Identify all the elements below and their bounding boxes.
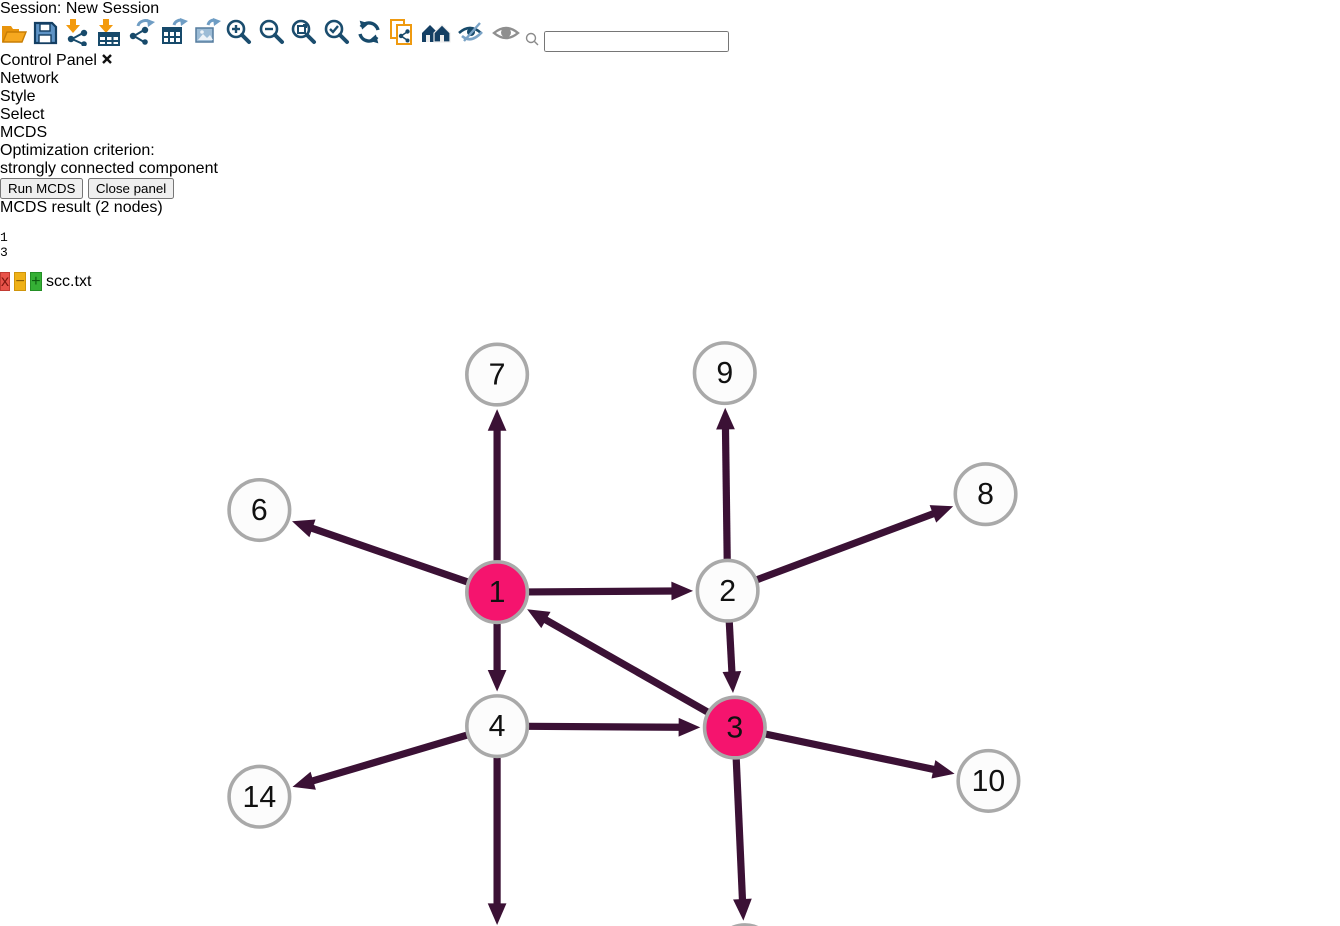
network-close-icon[interactable]: x	[0, 272, 10, 291]
arrowhead-icon	[671, 582, 693, 601]
hide-selected-icon[interactable]	[456, 33, 490, 50]
zoom-fit-icon[interactable]	[290, 33, 322, 50]
first-neighbors-icon[interactable]	[420, 33, 456, 50]
workspace: x − + scc.txt 7968124314101511 Table Pan…	[0, 273, 1340, 926]
control-panel-title: Control Panel	[0, 52, 97, 69]
arrowhead-icon	[733, 899, 752, 921]
zoom-selected-icon[interactable]	[323, 33, 355, 50]
import-table-icon[interactable]	[95, 33, 127, 50]
arrowhead-icon	[293, 772, 316, 790]
search-input[interactable]	[544, 31, 729, 52]
node-label-7: 7	[489, 359, 506, 392]
main-toolbar	[0, 18, 1340, 52]
mcds-result-title: MCDS result (2 nodes)	[0, 199, 163, 216]
criterion-select[interactable]: strongly connected component	[0, 160, 1340, 178]
search-box	[525, 33, 728, 50]
mcds-result-values: 1 3	[0, 230, 1340, 260]
mcds-result-box: MCDS result (2 nodes) 1 3	[0, 199, 1340, 260]
mcds-panel: Optimization criterion: strongly connect…	[0, 142, 1340, 260]
arrowhead-icon	[931, 760, 954, 778]
criterion-select-value: strongly connected component	[0, 160, 218, 177]
node-label-3: 3	[726, 712, 743, 745]
arrowhead-icon	[488, 670, 507, 692]
node-label-10: 10	[972, 765, 1006, 798]
clone-network-icon[interactable]	[387, 33, 419, 50]
network-view-window: x − + scc.txt 7968124314101511	[0, 273, 1340, 926]
open-session-icon[interactable]	[0, 33, 32, 50]
node-label-9: 9	[716, 357, 733, 390]
edge-2-9[interactable]	[725, 426, 727, 559]
zoom-in-icon[interactable]	[225, 33, 257, 50]
show-all-icon[interactable]	[491, 33, 525, 50]
import-network-icon[interactable]	[63, 33, 95, 50]
arrowhead-icon	[679, 718, 701, 737]
edge-4-14[interactable]	[310, 735, 466, 781]
run-mcds-button[interactable]: Run MCDS	[0, 178, 83, 199]
edge-3-11[interactable]	[736, 759, 742, 902]
network-maximize-icon[interactable]: +	[30, 272, 41, 291]
node-label-4: 4	[489, 710, 506, 743]
node-label-6: 6	[251, 494, 268, 527]
edge-2-3[interactable]	[729, 622, 732, 674]
save-session-icon[interactable]	[32, 33, 62, 50]
mcds-result-list[interactable]: 1 3	[0, 230, 1340, 260]
network-view-titlebar[interactable]: x − + scc.txt	[0, 273, 1340, 291]
control-panel: Control Panel NetworkStyleSelectMCDS Opt…	[0, 52, 1340, 260]
node-label-2: 2	[719, 575, 736, 608]
arrowhead-icon	[292, 520, 315, 538]
tab-style[interactable]: Style	[0, 88, 1340, 106]
zoom-out-icon[interactable]	[258, 33, 290, 50]
close-panel-button[interactable]: Close panel	[88, 178, 174, 199]
edge-2-8[interactable]	[757, 513, 935, 580]
arrowhead-icon	[488, 903, 507, 925]
application-window: Session: New Session	[0, 0, 1340, 926]
edge-3-10[interactable]	[766, 734, 936, 770]
tab-mcds[interactable]: MCDS	[0, 124, 1340, 142]
close-panel-icon[interactable]	[101, 52, 113, 69]
edge-1-2[interactable]	[529, 591, 675, 592]
network-graph[interactable]: 7968124314101511	[0, 291, 1340, 926]
network-view-title: scc.txt	[46, 273, 91, 290]
arrowhead-icon	[488, 409, 507, 431]
edge-1-6[interactable]	[310, 527, 467, 581]
network-minimize-icon[interactable]: −	[14, 272, 25, 291]
tab-network[interactable]: Network	[0, 70, 1340, 88]
window-titlebar: Session: New Session	[0, 0, 1340, 18]
export-table-icon[interactable]	[160, 33, 192, 50]
search-icon	[525, 33, 543, 50]
node-label-14: 14	[243, 781, 277, 814]
control-tabs: NetworkStyleSelectMCDS	[0, 70, 1340, 142]
export-network-icon[interactable]	[128, 33, 160, 50]
arrowhead-icon	[930, 505, 954, 523]
apply-layout-icon[interactable]	[355, 33, 387, 50]
optimization-criterion-label: Optimization criterion:	[0, 142, 1340, 160]
arrowhead-icon	[723, 671, 742, 693]
edge-4-3[interactable]	[529, 726, 682, 727]
window-title: Session: New Session	[0, 0, 1340, 18]
arrowhead-icon	[716, 408, 735, 430]
edge-3-1[interactable]	[543, 619, 707, 712]
node-label-8: 8	[977, 478, 994, 511]
tab-select[interactable]: Select	[0, 106, 1340, 124]
node-label-1: 1	[489, 576, 506, 609]
export-image-icon[interactable]	[193, 33, 225, 50]
main-area: Control Panel NetworkStyleSelectMCDS Opt…	[0, 52, 1340, 926]
control-panel-header: Control Panel	[0, 52, 1340, 70]
network-canvas[interactable]: 7968124314101511	[0, 291, 1340, 926]
